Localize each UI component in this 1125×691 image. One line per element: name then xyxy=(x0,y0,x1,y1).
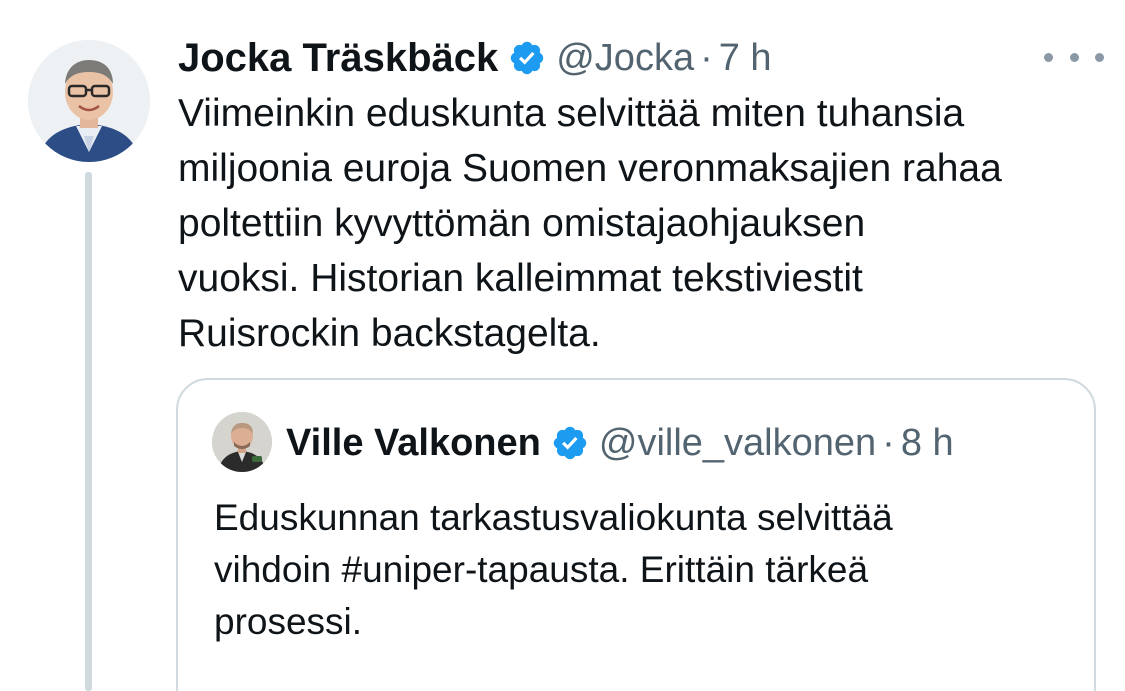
quoted-text-line: vihdoin #uniper-tapausta. Erittäin tärke… xyxy=(214,549,869,590)
quoted-author-name[interactable]: Ville Valkonen xyxy=(286,422,541,465)
quoted-text-line: Eduskunnan tarkastusvaliokunta selvittää xyxy=(214,497,893,538)
meta-separator: · xyxy=(882,421,895,464)
verified-badge-icon xyxy=(511,41,544,75)
tweet-text-line: Ruisrockin backstagelta. xyxy=(178,312,601,355)
quoted-text-line: prosessi. xyxy=(214,601,363,642)
quoted-tweet-timestamp[interactable]: 8 h xyxy=(901,422,954,465)
quoted-tweet-header: Ville Valkonen @ville_valkonen · 8 h xyxy=(286,416,954,470)
author-handle[interactable]: @Jocka xyxy=(556,37,694,80)
more-dot xyxy=(1069,52,1079,62)
tweet-text: Viimeinkin eduskunta selvittää miten tuh… xyxy=(178,86,1108,361)
more-options-icon[interactable] xyxy=(1044,45,1104,69)
tweet-text-line: miljoonia euroja Suomen veronmaksajien r… xyxy=(178,147,1002,190)
tweet-card[interactable]: Jocka Träskbäck @Jocka · 7 h Viimeinkin … xyxy=(0,0,1125,691)
quoted-tweet-text: Eduskunnan tarkastusvaliokunta selvittää… xyxy=(214,492,1074,648)
more-dot xyxy=(1044,52,1053,62)
quoted-author-avatar[interactable] xyxy=(212,412,272,472)
tweet-timestamp[interactable]: 7 h xyxy=(719,37,772,80)
quoted-author-handle[interactable]: @ville_valkonen xyxy=(599,422,876,465)
meta-separator: · xyxy=(700,36,713,79)
author-name[interactable]: Jocka Träskbäck xyxy=(178,36,498,81)
thread-connector-line xyxy=(85,172,92,691)
tweet-header: Jocka Träskbäck @Jocka · 7 h xyxy=(178,30,772,86)
tweet-text-line: Viimeinkin eduskunta selvittää miten tuh… xyxy=(178,92,965,135)
author-avatar[interactable] xyxy=(28,40,150,162)
tweet-text-line: vuoksi. Historian kalleimmat tekstiviest… xyxy=(178,257,863,300)
tweet-text-line: poltettiin kyvyttömän omistajaohjauksen xyxy=(178,202,866,245)
quoted-tweet[interactable]: Ville Valkonen @ville_valkonen · 8 h Edu… xyxy=(176,378,1096,691)
more-dot xyxy=(1095,52,1104,62)
verified-badge-icon xyxy=(553,426,587,460)
